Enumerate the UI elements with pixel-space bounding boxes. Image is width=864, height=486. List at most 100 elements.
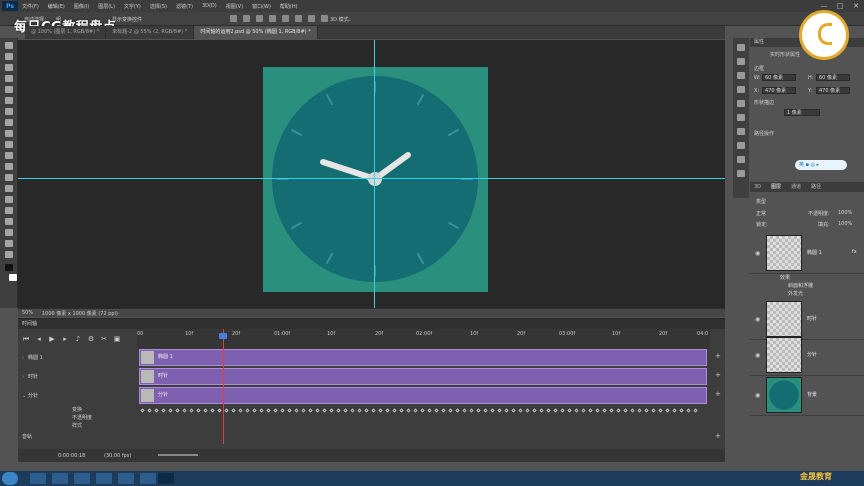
menu-help[interactable]: 帮助(H) (280, 3, 298, 10)
horizontal-guide[interactable] (18, 178, 725, 179)
track-ellipse-bar[interactable]: 椭圆 1 (139, 349, 707, 366)
keyframe-marker[interactable] (203, 408, 208, 413)
blend-mode-select[interactable]: 正常 (756, 210, 766, 217)
keyframe-marker[interactable] (217, 408, 222, 413)
explorer-app-icon[interactable] (30, 473, 46, 484)
keyframe-marker[interactable] (588, 408, 593, 413)
keyframe-marker[interactable] (168, 408, 173, 413)
keyframe-marker[interactable] (259, 408, 264, 413)
keyframe-marker[interactable] (504, 408, 509, 413)
menu-window[interactable]: 窗口(W) (252, 3, 271, 10)
keyframe-marker[interactable] (623, 408, 628, 413)
stamp-tool-icon[interactable] (5, 130, 13, 137)
keyframe-marker[interactable] (686, 408, 691, 413)
keyframe-marker[interactable] (385, 408, 390, 413)
menu-filter[interactable]: 滤镜(T) (176, 3, 193, 10)
tab-3d[interactable]: 3D (754, 182, 761, 192)
transform-row-label[interactable]: 变换 (72, 406, 82, 414)
document-canvas[interactable] (263, 67, 488, 292)
current-time[interactable]: 0:00:00:18 (58, 453, 85, 459)
gradient-tool-icon[interactable] (5, 163, 13, 170)
menu-view[interactable]: 视图(V) (226, 3, 243, 10)
video-app-icon[interactable] (140, 473, 156, 484)
first-frame-icon[interactable]: ⏮ (22, 335, 30, 343)
x-field[interactable]: 470 像素 (762, 87, 796, 94)
align-left-icon[interactable] (269, 15, 276, 22)
keyframe-marker[interactable] (476, 408, 481, 413)
align-top-icon[interactable] (230, 15, 237, 22)
tab-layers[interactable]: 图层 (771, 182, 781, 192)
swatches-icon[interactable] (737, 100, 745, 107)
effect-outer-glow[interactable]: 外发光 (788, 290, 803, 297)
keyframe-marker[interactable] (595, 408, 600, 413)
keyframe-marker[interactable] (581, 408, 586, 413)
keyframe-marker[interactable] (455, 408, 460, 413)
settings-icon[interactable]: ⚙ (87, 335, 95, 343)
keyframe-marker[interactable] (350, 408, 355, 413)
section-shape-stroke[interactable]: 形状描边 (754, 99, 774, 106)
menu-3d[interactable]: 3D(D) (202, 3, 217, 9)
color-icon[interactable] (737, 86, 745, 93)
align-right-icon[interactable] (295, 15, 302, 22)
keyframe-marker[interactable] (637, 408, 642, 413)
keyframe-marker[interactable] (539, 408, 544, 413)
keyframe-marker[interactable] (413, 408, 418, 413)
effects-label[interactable]: 效果 (780, 274, 790, 281)
track-hour-bar[interactable]: 时针 (139, 368, 707, 385)
quick-select-tool-icon[interactable] (5, 75, 13, 82)
crop-tool-icon[interactable] (5, 86, 13, 93)
keyframe-marker[interactable] (308, 408, 313, 413)
keyframe-marker[interactable] (616, 408, 621, 413)
healing-tool-icon[interactable] (5, 108, 13, 115)
keyframe-marker[interactable] (252, 408, 257, 413)
player-app-icon[interactable] (74, 473, 90, 484)
opacity-row-label[interactable]: 不透明度 (72, 414, 92, 422)
keyframe-marker[interactable] (364, 408, 369, 413)
tab-channels[interactable]: 通道 (791, 182, 801, 192)
eye-icon[interactable]: ◉ (755, 250, 760, 257)
layer-kind-filter[interactable]: 类型 (756, 198, 766, 205)
add-audio-button[interactable]: + (715, 432, 721, 440)
actions-icon[interactable] (737, 58, 745, 65)
show-transform-label[interactable]: 显示变换控件 (112, 16, 142, 23)
keyframe-marker[interactable] (490, 408, 495, 413)
keyframe-marker[interactable] (161, 408, 166, 413)
keyframe-marker[interactable] (140, 408, 145, 413)
type-tool-icon[interactable] (5, 207, 13, 214)
keyframe-marker[interactable] (574, 408, 579, 413)
keyframe-marker[interactable] (609, 408, 614, 413)
keyframe-marker[interactable] (560, 408, 565, 413)
eyedropper-tool-icon[interactable] (5, 97, 13, 104)
fx-badge[interactable]: fx (852, 249, 857, 255)
history-brush-tool-icon[interactable] (5, 141, 13, 148)
keyframe-marker[interactable] (525, 408, 530, 413)
height-field[interactable]: 60 像素 (816, 74, 850, 81)
keyframe-marker[interactable] (651, 408, 656, 413)
menu-file[interactable]: 文件(F) (22, 3, 39, 10)
dodge-tool-icon[interactable] (5, 185, 13, 192)
character-icon[interactable] (737, 142, 745, 149)
keyframe-marker[interactable] (672, 408, 677, 413)
keyframe-marker[interactable] (224, 408, 229, 413)
fill-value[interactable]: 100% (838, 221, 852, 227)
keyframe-marker[interactable] (399, 408, 404, 413)
keyframe-marker[interactable] (462, 408, 467, 413)
audio-icon[interactable]: ♪ (74, 335, 82, 343)
chat-app-icon[interactable] (96, 473, 112, 484)
keyframe-marker[interactable] (602, 408, 607, 413)
layer-item-minute[interactable]: ◉ 分针 (750, 334, 864, 376)
track-minute-bar[interactable]: 分针 (139, 387, 707, 404)
keyframe-marker[interactable] (693, 408, 698, 413)
keyframe-marker[interactable] (448, 408, 453, 413)
maximize-button[interactable]: □ (832, 0, 848, 12)
keyframe-marker[interactable] (294, 408, 299, 413)
next-frame-icon[interactable]: ▸ (61, 335, 69, 343)
keyframe-marker[interactable] (434, 408, 439, 413)
keyframe-marker[interactable] (287, 408, 292, 413)
keyframe-marker[interactable] (273, 408, 278, 413)
marquee-tool-icon[interactable] (5, 53, 13, 60)
keyframe-marker[interactable] (441, 408, 446, 413)
styles-icon[interactable] (737, 128, 745, 135)
menu-type[interactable]: 文字(Y) (124, 3, 141, 10)
tab-doc-1[interactable]: @ 100% (图层 1, RGB/8#) * (25, 26, 107, 39)
